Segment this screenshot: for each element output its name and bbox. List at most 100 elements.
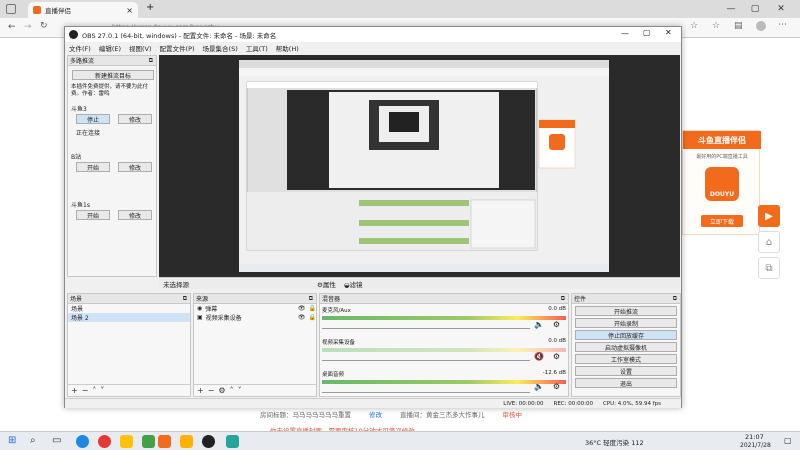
gear-icon[interactable]: ⚙: [553, 320, 560, 329]
reading-icon[interactable]: ▤: [734, 21, 743, 31]
minimize-button[interactable]: —: [722, 2, 740, 16]
obs-menu-bar: 文件(F) 编辑(E) 视图(V) 配置文件(P) 场景集合(S) 工具(T) …: [65, 42, 681, 54]
stop-replay-buffer-button[interactable]: 停止回放缓存: [575, 330, 677, 340]
undock-icon[interactable]: ⧉: [309, 295, 313, 303]
studio-mode-button[interactable]: 工作室模式: [575, 354, 677, 364]
menu-help[interactable]: 帮助(H): [276, 43, 299, 53]
target-edit-button[interactable]: 修改: [118, 210, 152, 220]
source-item[interactable]: ◉ 弹幕 👁 🔒: [194, 304, 316, 313]
move-up-icon[interactable]: ˄: [92, 386, 96, 395]
refresh-icon[interactable]: ↻: [40, 21, 48, 31]
undock-icon[interactable]: ⧉: [561, 295, 565, 303]
app-icon[interactable]: [180, 435, 193, 448]
move-down-icon[interactable]: ˅: [238, 386, 242, 395]
obs-logo-icon: [69, 30, 78, 39]
remove-icon[interactable]: −: [208, 386, 215, 395]
side-toolbar: ▶ ⌂ ⧉: [758, 205, 784, 283]
source-item[interactable]: ▣ 视频采集设备 👁 🔒: [194, 313, 316, 322]
volume-slider[interactable]: [322, 387, 530, 393]
obs-close-button[interactable]: ✕: [665, 28, 672, 37]
target-stop-button[interactable]: 停止: [76, 114, 110, 124]
target-start-button[interactable]: 开始: [76, 210, 110, 220]
start-streaming-button[interactable]: 开始推流: [575, 306, 677, 316]
target-edit-button[interactable]: 修改: [118, 114, 152, 124]
sources-dock: 来源 ⧉ ◉ 弹幕 👁 🔒 ▣ 视频采集设备 👁 🔒 + − ⚙ ˄ ˅: [193, 293, 317, 397]
cpu-fps: CPU: 4.0%, 59.94 fps: [602, 400, 661, 407]
menu-scene-collection[interactable]: 场景集合(S): [203, 43, 238, 53]
menu-profile[interactable]: 配置文件(P): [160, 43, 195, 53]
add-icon[interactable]: +: [197, 386, 204, 395]
filters-button[interactable]: ◒滤镜: [344, 279, 363, 289]
tab-close-icon[interactable]: ×: [126, 6, 133, 15]
undock-icon[interactable]: ⧉: [673, 295, 677, 303]
new-tab-button[interactable]: +: [146, 2, 154, 13]
more-menu-icon[interactable]: ⋯: [778, 20, 787, 30]
menu-file[interactable]: 文件(F): [69, 43, 91, 53]
muted-speaker-icon[interactable]: 🔇: [534, 352, 544, 361]
add-stream-target-button[interactable]: 新建推流目标: [72, 70, 154, 80]
gear-icon[interactable]: ⚙: [553, 382, 560, 391]
mixer-track: 麦克风/Aux 0.0 dB 🔈 ⚙: [322, 306, 566, 329]
home-icon[interactable]: ⌂: [758, 231, 780, 253]
file-explorer-icon[interactable]: [120, 435, 133, 448]
visibility-eye-icon[interactable]: 👁: [298, 305, 306, 312]
move-up-icon[interactable]: ˄: [230, 386, 234, 395]
forward-icon[interactable]: →: [24, 22, 32, 32]
preview-canvas[interactable]: [159, 55, 680, 277]
task-view-icon[interactable]: ▭: [52, 435, 61, 446]
app-icon[interactable]: [142, 435, 155, 448]
obs-minimize-button[interactable]: —: [621, 29, 629, 38]
scene-item[interactable]: 场景: [68, 304, 190, 313]
obs-maximize-button[interactable]: ▢: [643, 28, 651, 37]
properties-label: 属性: [322, 280, 336, 289]
browser-tab[interactable]: 直播伴侣 ×: [28, 2, 138, 18]
move-down-icon[interactable]: ˅: [100, 386, 104, 395]
scene-item-selected[interactable]: 场景 2: [68, 313, 190, 322]
gear-icon[interactable]: ⚙: [218, 386, 225, 395]
add-icon[interactable]: +: [71, 386, 78, 395]
exit-button[interactable]: 退出: [575, 378, 677, 388]
collections-icon[interactable]: ☆: [712, 21, 720, 31]
chrome-icon[interactable]: [98, 435, 111, 448]
app-icon[interactable]: [226, 435, 239, 448]
profile-avatar[interactable]: [756, 21, 766, 31]
douyu-app-icon[interactable]: [158, 435, 171, 448]
edge-icon[interactable]: [76, 435, 89, 448]
remove-icon[interactable]: −: [82, 386, 89, 395]
target-edit-button[interactable]: 修改: [118, 162, 152, 172]
edit-link[interactable]: 修改: [369, 409, 382, 419]
start-virtual-camera-button[interactable]: 启动虚拟摄像机: [575, 342, 677, 352]
settings-button[interactable]: 设置: [575, 366, 677, 376]
undock-icon[interactable]: ⧉: [149, 57, 153, 65]
share-icon[interactable]: ⧉: [758, 257, 780, 279]
speaker-icon[interactable]: 🔈: [534, 320, 544, 329]
obs-app-icon[interactable]: [202, 435, 215, 448]
weather-widget[interactable]: 36°C 轻度污染 112: [585, 437, 644, 447]
visibility-eye-icon[interactable]: 👁: [298, 314, 306, 321]
undock-icon[interactable]: ⧉: [183, 295, 187, 303]
favorite-icon[interactable]: ☆: [690, 21, 698, 31]
lock-icon[interactable]: 🔒: [309, 314, 316, 321]
start-recording-button[interactable]: 开始录制: [575, 318, 677, 328]
promo-card[interactable]: 斗鱼直播伴侣 最好用的PC端直播工具 DOUYU 立即下载: [682, 130, 761, 235]
notification-icon[interactable]: ▢: [784, 436, 792, 445]
volume-slider[interactable]: [322, 355, 530, 361]
windows-start-icon[interactable]: ⊞: [8, 435, 16, 446]
maximize-button[interactable]: ▢: [746, 2, 764, 16]
volume-slider[interactable]: [322, 323, 530, 329]
promo-download-button[interactable]: 立即下载: [701, 215, 743, 227]
lock-icon[interactable]: 🔒: [309, 305, 316, 312]
obs-title-bar: OBS 27.0.1 (64-bit, windows) - 配置文件: 未命名…: [65, 27, 681, 42]
menu-edit[interactable]: 编辑(E): [99, 43, 121, 53]
menu-tools[interactable]: 工具(T): [246, 43, 268, 53]
back-icon[interactable]: ←: [8, 22, 16, 32]
close-window-button[interactable]: ✕: [772, 2, 790, 16]
play-icon[interactable]: ▶: [758, 205, 780, 227]
tab-actions-icon[interactable]: [6, 4, 16, 14]
menu-view[interactable]: 视图(V): [129, 43, 152, 53]
gear-icon[interactable]: ⚙: [553, 352, 560, 361]
search-icon[interactable]: ⌕: [30, 435, 36, 446]
properties-button[interactable]: ⚙属性: [317, 279, 336, 289]
speaker-icon[interactable]: 🔈: [534, 382, 544, 391]
target-start-button[interactable]: 开始: [76, 162, 110, 172]
